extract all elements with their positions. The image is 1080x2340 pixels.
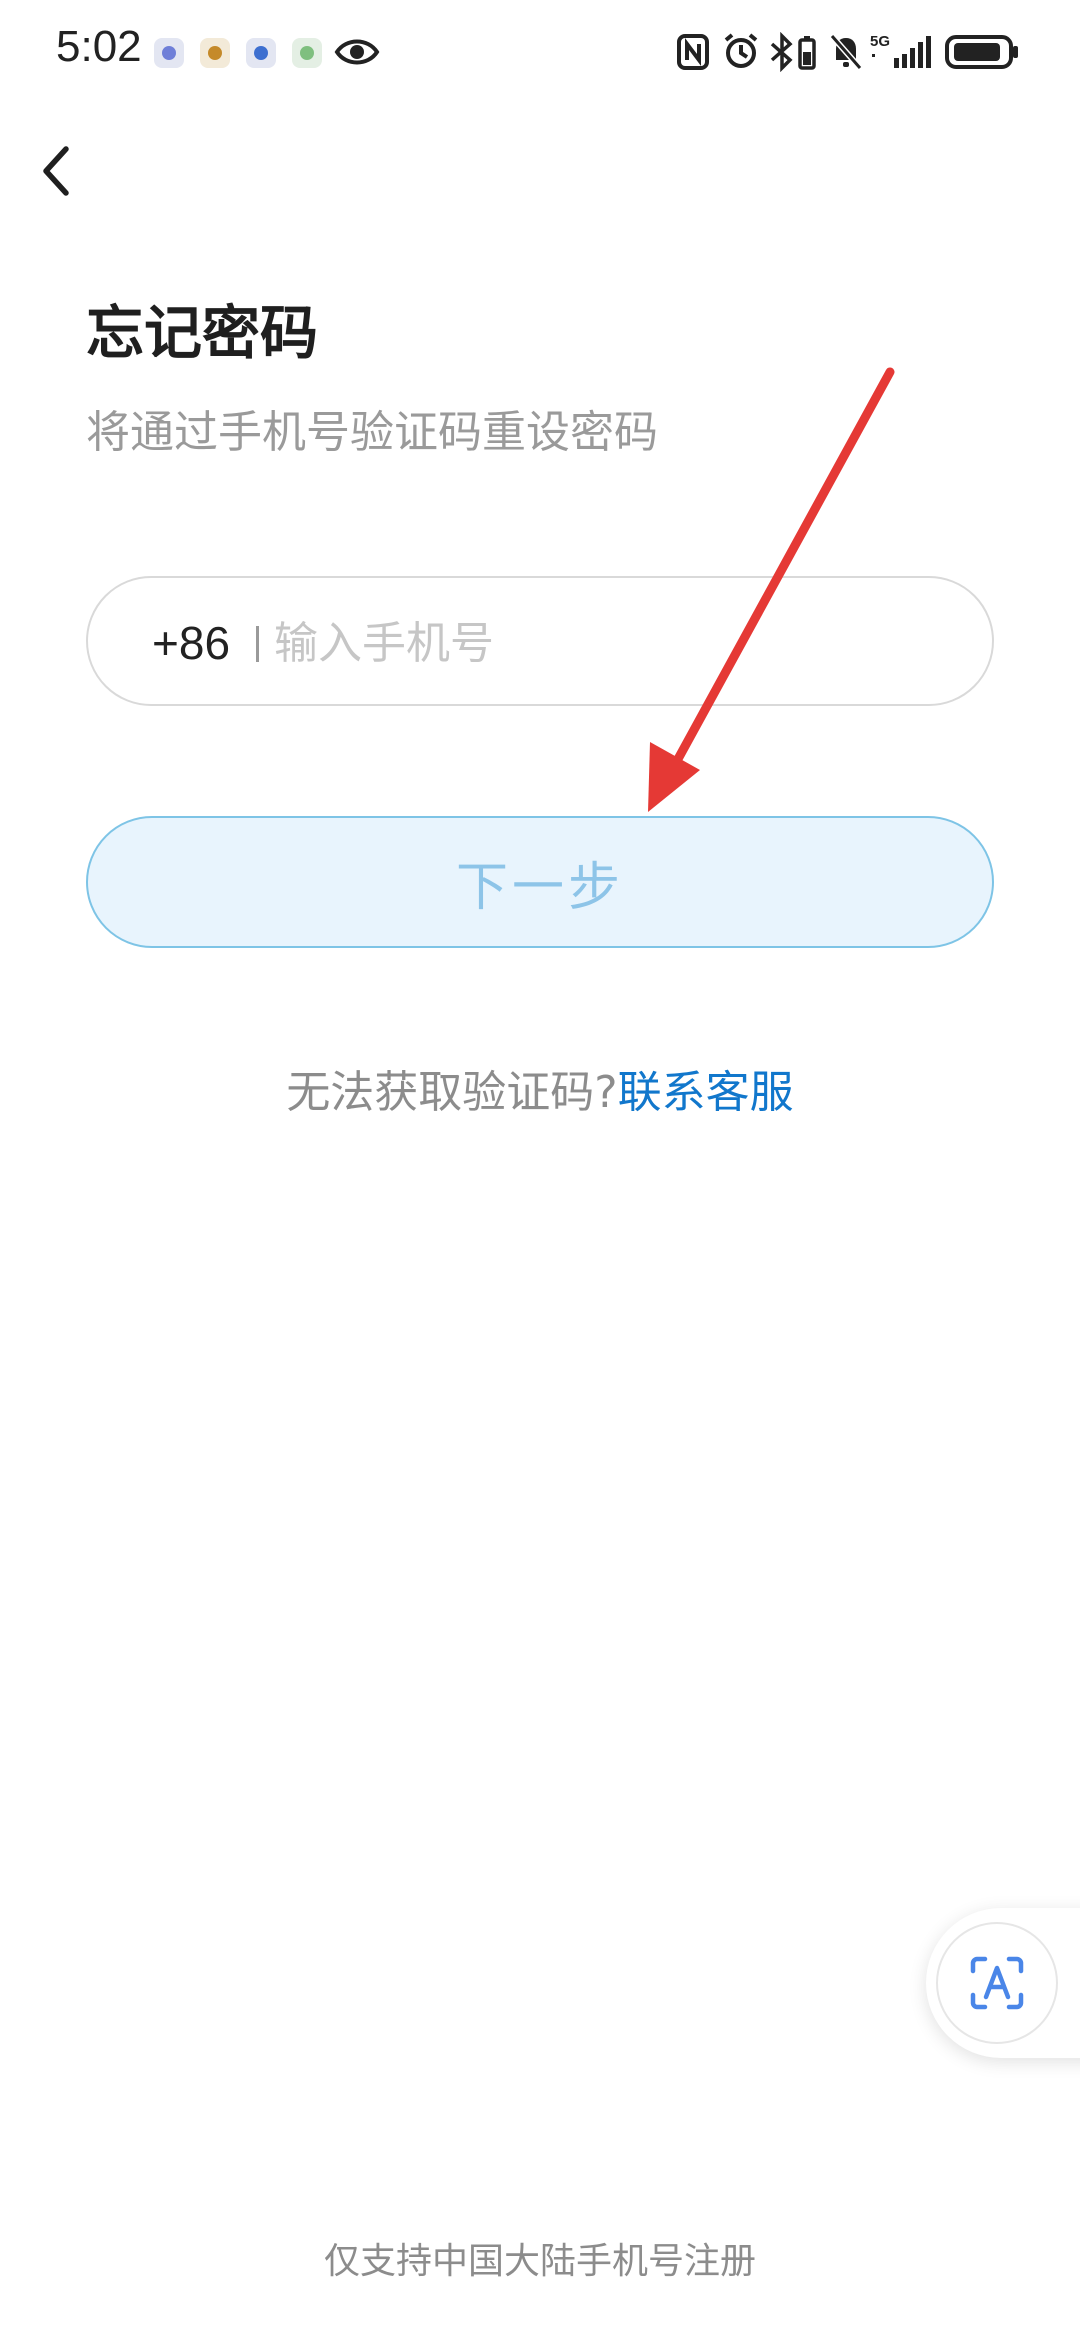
page-subtitle: 将通过手机号验证码重设密码: [86, 407, 658, 458]
app-notification-icon: [292, 38, 322, 68]
help-text: 无法获取验证码?: [286, 1067, 618, 1118]
phone-field[interactable]: +86: [86, 576, 994, 706]
app-notification-icon: [246, 38, 276, 68]
text-scan-button[interactable]: [936, 1922, 1058, 2044]
footer-note: 仅支持中国大陆手机号注册: [323, 2241, 756, 2282]
page-title: 忘记密码: [86, 299, 319, 367]
text-scan-icon: [970, 1956, 1024, 2010]
signal-5g-icon: 5G: [870, 33, 931, 68]
network-label: 5G: [870, 33, 890, 50]
eye-icon: [334, 39, 380, 65]
alarm-icon: [724, 33, 758, 68]
status-time: 5:02: [56, 22, 142, 71]
contact-support-link[interactable]: 联系客服: [618, 1067, 794, 1118]
country-code[interactable]: +86: [152, 616, 230, 670]
field-divider: [256, 626, 259, 662]
chevron-left-icon: [43, 146, 69, 196]
status-bar: 5:02 5G: [0, 0, 1080, 110]
phone-input[interactable]: [274, 608, 954, 678]
bluetooth-icon: [770, 32, 816, 72]
mute-icon: [829, 34, 863, 70]
app-notification-icon: [154, 38, 184, 68]
battery-icon: [945, 35, 1018, 69]
back-button[interactable]: [24, 134, 88, 208]
nfc-icon: [677, 34, 709, 70]
help-line: 无法获取验证码?联系客服: [0, 1056, 1080, 1120]
app-notification-icon: [200, 38, 230, 68]
next-button[interactable]: 下一步: [86, 816, 994, 948]
